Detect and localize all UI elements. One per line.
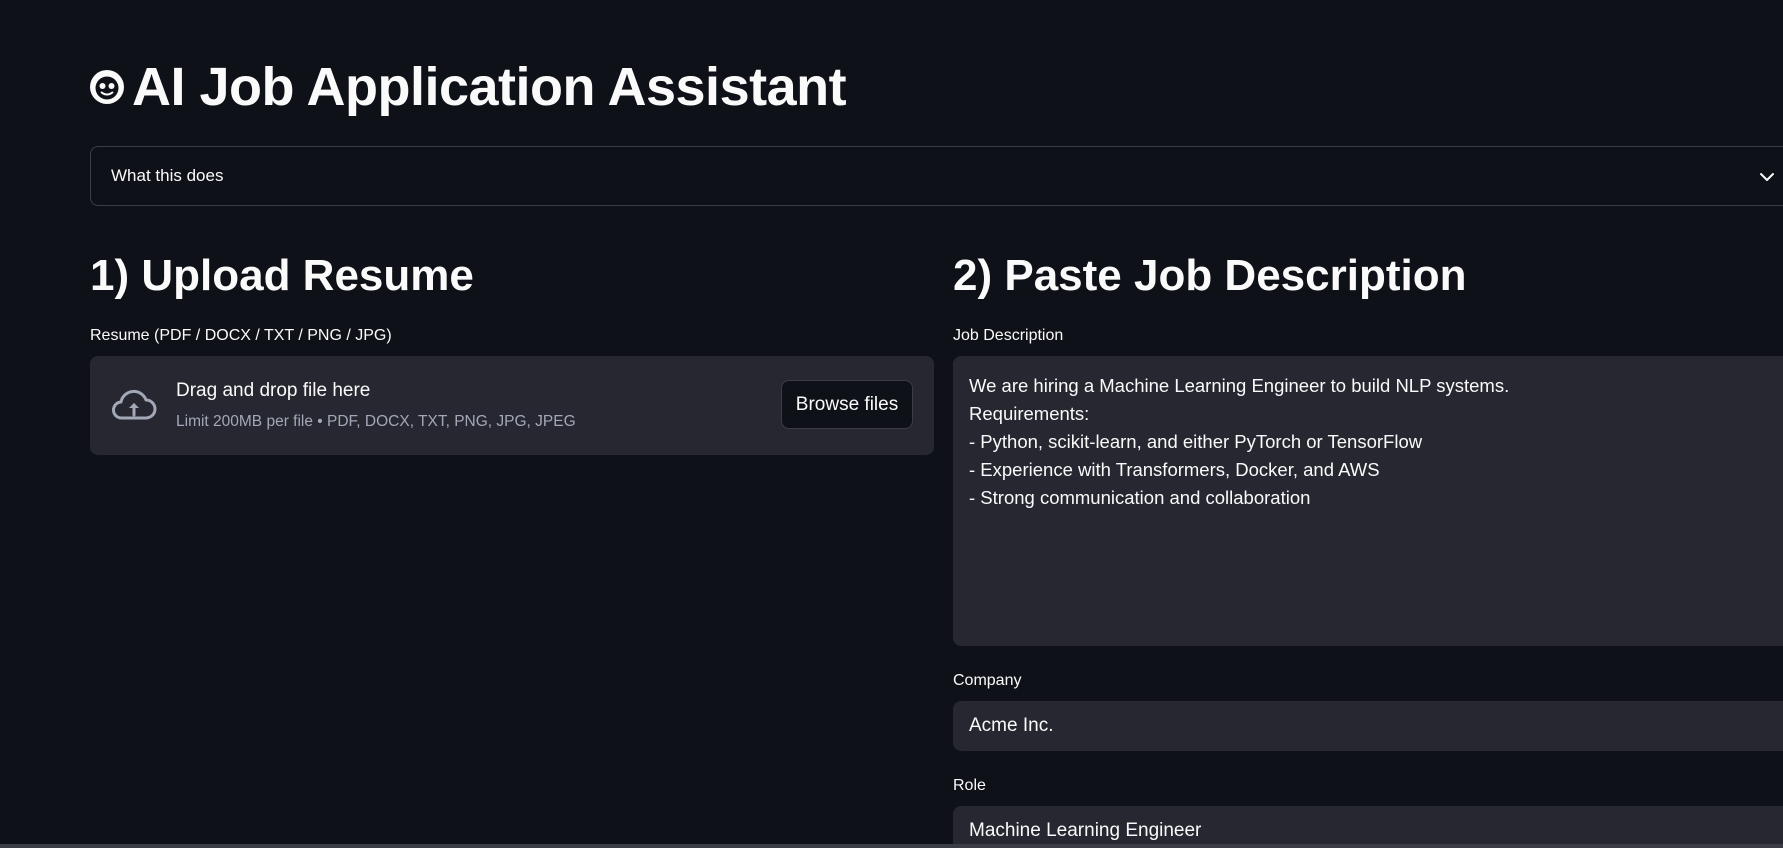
role-input-value: Machine Learning Engineer [969,820,1202,841]
what-this-does-expander[interactable]: What this does [90,146,1783,206]
robot-icon [88,68,126,106]
resume-field-label: Resume (PDF / DOCX / TXT / PNG / JPG) [90,327,392,344]
chevron-down-icon[interactable] [1755,165,1779,189]
job-description-line: We are hiring a Machine Learning Enginee… [969,375,1510,396]
drop-zone-text: Drag and drop file here [176,380,371,401]
cloud-upload-icon [110,386,158,426]
browse-files-button[interactable]: Browse files [781,380,913,429]
job-description-textarea[interactable]: We are hiring a Machine Learning Enginee… [953,356,1783,646]
role-label: Role [953,777,986,794]
job-description-line: - Python, scikit-learn, and either PyTor… [969,431,1423,452]
job-description-line: Requirements: [969,403,1090,424]
role-input[interactable]: Machine Learning Engineer [953,806,1783,848]
company-label: Company [953,672,1022,689]
paste-job-description-heading: 2) Paste Job Description [953,251,1467,300]
company-input-value: Acme Inc. [969,715,1054,736]
upload-resume-heading: 1) Upload Resume [90,251,474,300]
title-row: AI Job Application Assistant [88,57,847,117]
job-description-line: - Experience with Transformers, Docker, … [969,459,1380,480]
file-limit-text: Limit 200MB per file • PDF, DOCX, TXT, P… [176,413,576,430]
resume-file-uploader[interactable]: Drag and drop file here Limit 200MB per … [90,356,934,455]
company-input[interactable]: Acme Inc. [953,701,1783,751]
app-page: AI Job Application Assistant What this d… [0,0,1783,848]
expander-label: What this does [111,166,224,185]
job-description-label: Job Description [953,327,1064,344]
page-title: AI Job Application Assistant [132,57,847,117]
job-description-line: - Strong communication and collaboration [969,487,1311,508]
horizontal-scrollbar[interactable] [0,844,1783,848]
